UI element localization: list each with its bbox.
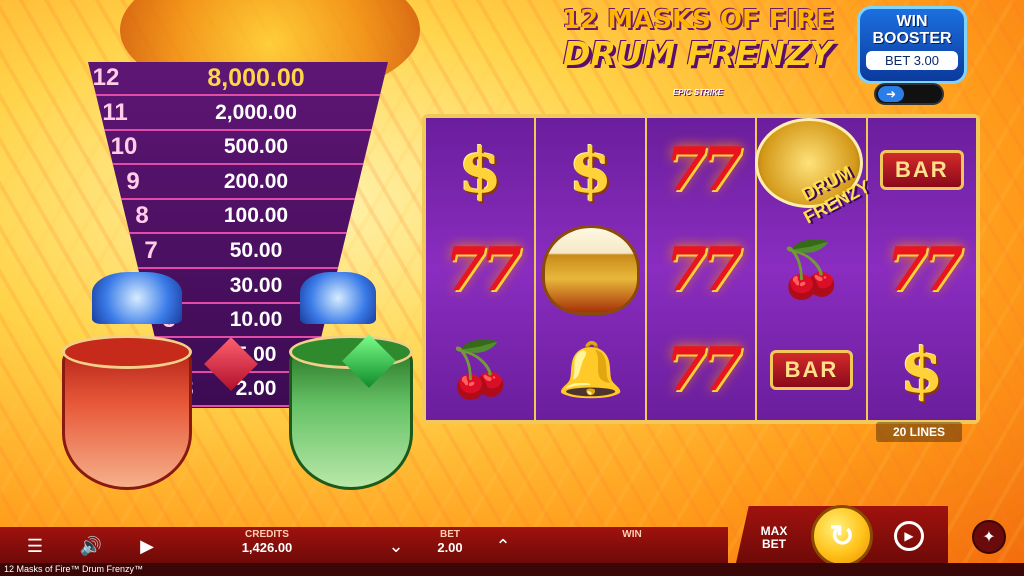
win-booster-bet: BET 3.00 xyxy=(866,51,958,70)
reel-3: 77 77 77 xyxy=(646,118,758,420)
win-booster-toggle[interactable]: ➜ xyxy=(874,83,944,105)
red-drum xyxy=(62,335,192,490)
play-icon[interactable]: ▶ xyxy=(134,533,160,559)
logo-line-1: 12 MASKS OF FIRE xyxy=(561,5,834,35)
autoplay-icon: ▶ xyxy=(904,529,914,543)
reel-2: $ 🔔 xyxy=(536,118,647,420)
win-booster-bet-label: BET xyxy=(885,53,911,68)
reel-cell: 77 xyxy=(647,220,755,320)
paytable-value: 200.00 xyxy=(223,169,289,193)
cherry-symbol-icon: 🍒 xyxy=(777,239,846,300)
drum-symbol-icon xyxy=(541,225,640,315)
reel-cell: 77 xyxy=(868,220,976,320)
settings-button[interactable]: ✦ xyxy=(972,520,1006,554)
reel-cell: 🍒 xyxy=(426,320,534,420)
paytable-row: 12 8,000.00 xyxy=(88,62,388,96)
reel-cell: $ xyxy=(868,320,976,420)
dollar-symbol-icon: $ xyxy=(458,133,502,207)
lines-label: 20 LINES xyxy=(876,422,962,442)
logo-line-2: DRUM FRENZY xyxy=(563,34,833,73)
win-display: WIN xyxy=(612,529,652,540)
paytable-value: 500.00 xyxy=(223,135,289,159)
win-booster-bet-value: 3.00 xyxy=(913,53,939,68)
paytable-row: 11 2,000.00 xyxy=(97,97,379,131)
dollar-symbol-icon: $ xyxy=(569,133,613,207)
credits-display: CREDITS 1,426.00 xyxy=(232,529,302,555)
cherry-symbol-icon: 🍒 xyxy=(446,339,514,400)
reel-grid: $77 🍒 $ 🔔 77 77 77 🍒 BAR BAR 77 $ xyxy=(422,114,980,424)
reel-cell: 🍒 xyxy=(757,220,865,320)
paytable-row: 7 50.00 xyxy=(133,235,343,269)
paytable-value: 8,000.00 xyxy=(207,63,305,92)
bet-display: BET 2.00 xyxy=(428,529,472,555)
max-bet-button[interactable]: MAX BET xyxy=(756,525,792,551)
paytable-row: 10 500.00 xyxy=(106,131,370,166)
footer-title: 12 Masks of Fire™ Drum Frenzy™ xyxy=(0,563,1024,576)
seven-symbol-icon: 77 xyxy=(444,235,521,305)
dollar-symbol-icon: $ xyxy=(900,333,944,407)
reel-cell: 🔔 xyxy=(536,320,644,420)
reel-cell: $ xyxy=(426,120,534,220)
reel-cell: 77 xyxy=(647,320,755,420)
paytable-count: 12 xyxy=(92,64,120,91)
seven-symbol-icon: 77 xyxy=(665,235,742,305)
bet-decrease-chevron-down-icon[interactable]: ⌄ xyxy=(383,533,409,559)
game-menu-icon: ✦ xyxy=(982,529,996,546)
win-booster-title-2: BOOSTER xyxy=(872,30,952,47)
spin-arrow-icon: ↻ xyxy=(829,519,855,553)
reel-cell: BAR xyxy=(757,320,865,420)
win-booster-panel[interactable]: WIN BOOSTER BET 3.00 xyxy=(857,6,967,84)
reel-cell: 77 xyxy=(647,120,755,220)
credits-value: 1,426.00 xyxy=(241,540,293,555)
paytable-count: 8 xyxy=(135,202,149,230)
paytable-row: 9 200.00 xyxy=(115,166,361,200)
bet-label: BET xyxy=(440,529,460,540)
reel-cell xyxy=(536,220,644,320)
reel-cell: 77 xyxy=(426,220,534,320)
arrow-right-icon: ➜ xyxy=(878,86,904,102)
paytable-row: 8 100.00 xyxy=(124,200,352,235)
seven-symbol-icon: 77 xyxy=(886,235,963,305)
paytable-value: 2,000.00 xyxy=(215,100,297,124)
blue-gems-pile-right xyxy=(300,272,376,324)
reel-1: $77 🍒 xyxy=(426,118,537,420)
paytable-count: 9 xyxy=(126,167,140,195)
spin-button[interactable]: ↻ xyxy=(811,505,873,567)
bet-value: 2.00 xyxy=(437,540,463,555)
sound-icon[interactable]: 🔊 xyxy=(78,533,104,559)
paytable-count: 7 xyxy=(144,237,158,264)
epic-strike-badge: EPIC STRIKE xyxy=(672,88,724,97)
blue-gems-pile-left xyxy=(92,272,182,324)
win-booster-title: WIN BOOSTER xyxy=(860,13,964,47)
win-label: WIN xyxy=(622,529,642,540)
autoplay-button[interactable]: ▶ xyxy=(894,521,924,551)
paytable-value: 100.00 xyxy=(223,204,289,228)
bet-increase-chevron-up-icon[interactable]: ⌃ xyxy=(490,533,516,559)
credits-label: CREDITS xyxy=(245,529,289,540)
seven-symbol-icon: 77 xyxy=(665,135,742,205)
bell-symbol-icon: 🔔 xyxy=(556,339,625,400)
paytable-value: 50.00 xyxy=(229,239,283,262)
paytable-count: 10 xyxy=(110,133,138,161)
reel-cell: $ xyxy=(536,120,644,220)
menu-icon[interactable]: ☰ xyxy=(22,533,48,559)
seven-symbol-icon: 77 xyxy=(665,335,742,405)
bar-symbol-icon: BAR xyxy=(769,350,854,390)
win-booster-title-1: WIN xyxy=(896,13,928,30)
paytable-count: 11 xyxy=(102,98,128,126)
